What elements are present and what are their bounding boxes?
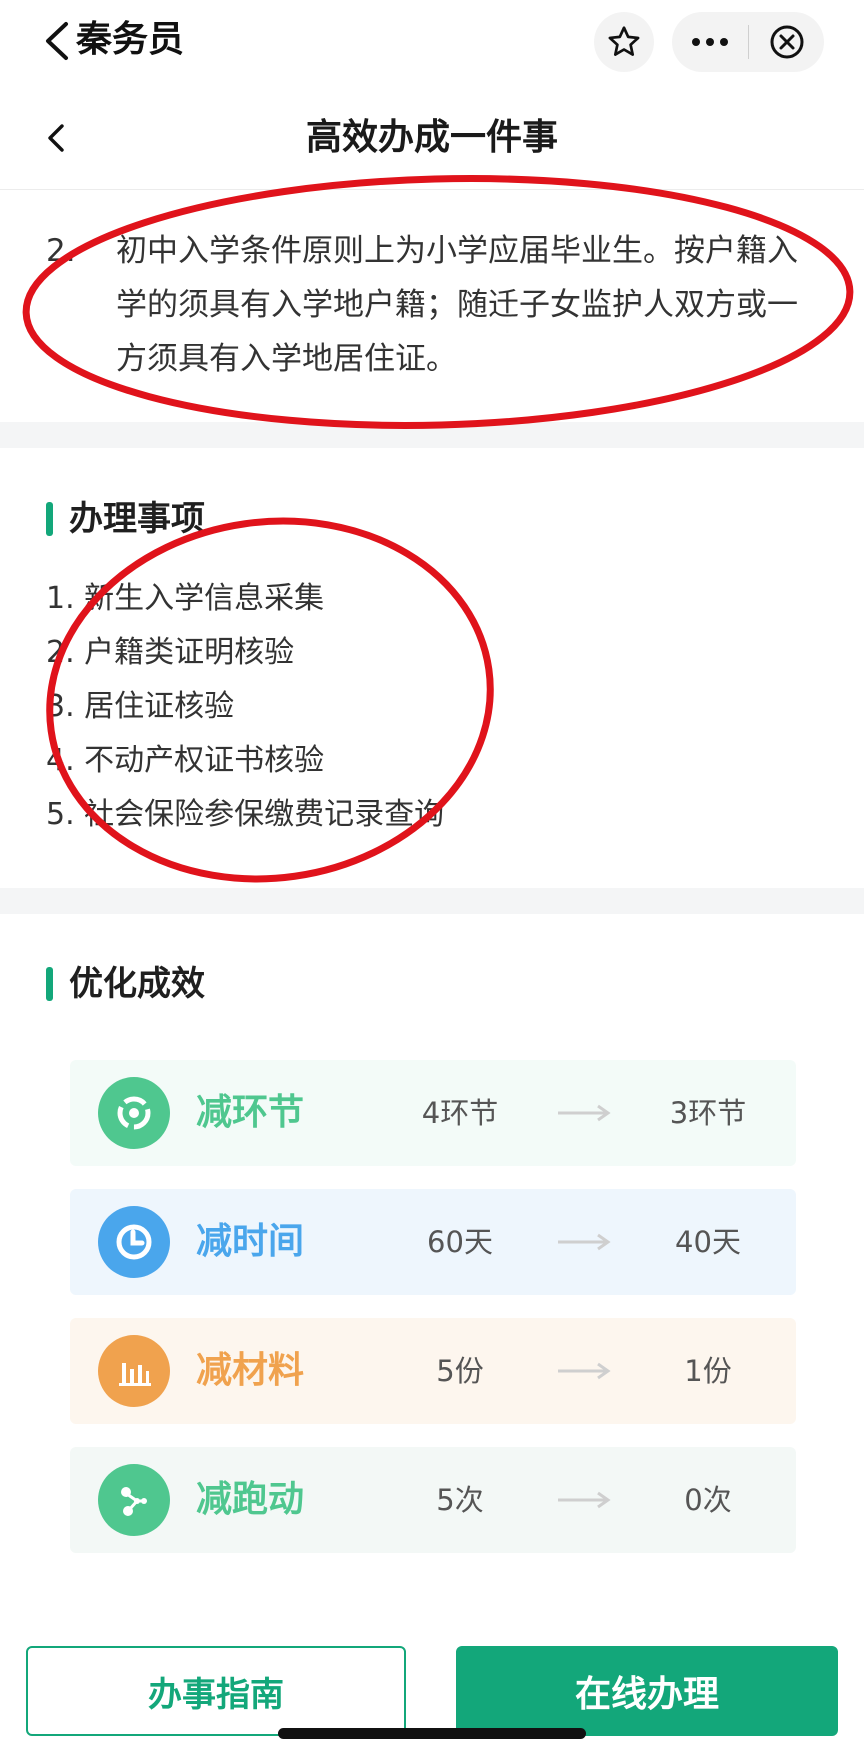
section-title-effects: 优化成效 — [46, 962, 205, 1006]
cycle-icon — [98, 1077, 170, 1149]
clock-icon — [98, 1206, 170, 1278]
list-item: 1. 新生入学信息采集 — [46, 581, 325, 616]
list-item: 3. 居住证核验 — [46, 689, 235, 724]
effect-after: 1份 — [684, 1354, 732, 1388]
close-button[interactable] — [749, 12, 824, 72]
guide-button[interactable]: 办事指南 — [26, 1646, 406, 1736]
arrow-right-icon — [558, 1104, 611, 1122]
arrow-right-icon — [558, 1491, 611, 1509]
arrow-right-icon — [558, 1233, 611, 1251]
list-item: 4. 不动产权证书核验 — [46, 743, 325, 778]
effect-row-trips: 减跑动 5次 0次 — [70, 1447, 796, 1553]
effect-label: 减材料 — [196, 1350, 305, 1391]
page-header: 高效办成一件事 — [0, 86, 864, 190]
condition-block: 2. 初中入学条件原则上为小学应届毕业生。按户籍入学的须具有入学地户籍；随迁子女… — [0, 190, 864, 422]
effect-after: 3环节 — [669, 1096, 747, 1130]
effect-label: 减时间 — [196, 1221, 305, 1262]
effect-after: 40天 — [675, 1225, 741, 1259]
close-circle-icon — [770, 25, 803, 59]
share-icon — [98, 1464, 170, 1536]
chevron-left-icon[interactable] — [38, 18, 78, 64]
list-item: 2. 户籍类证明核验 — [46, 635, 295, 670]
effect-row-materials: 减材料 5份 1份 — [70, 1318, 796, 1424]
more-button[interactable] — [672, 12, 748, 72]
condition-text: 初中入学条件原则上为小学应届毕业生。按户籍入学的须具有入学地户籍；随迁子女监护人… — [116, 233, 798, 377]
section-title-text: 办理事项 — [69, 499, 205, 539]
page: 秦务员 高效办成一件事 2. 初中入学条件原则上为小学应届毕业生。按户籍入学的须… — [0, 0, 864, 1739]
star-icon — [608, 26, 640, 56]
effect-before: 5份 — [436, 1354, 484, 1388]
capsule-menu — [672, 12, 824, 72]
effect-before: 4环节 — [421, 1096, 499, 1130]
online-apply-button[interactable]: 在线办理 — [456, 1646, 838, 1736]
effect-row-time: 减时间 60天 40天 — [70, 1189, 796, 1295]
title-accent-bar — [46, 502, 53, 536]
home-indicator — [278, 1728, 586, 1739]
effect-label: 减跑动 — [196, 1479, 305, 1520]
favorite-button[interactable] — [594, 12, 654, 72]
effect-row-steps: 减环节 4环节 3环节 — [70, 1060, 796, 1166]
effect-before: 5次 — [436, 1483, 484, 1517]
page-title: 高效办成一件事 — [305, 117, 558, 158]
title-accent-bar — [46, 967, 53, 1001]
mini-program-bar: 秦务员 — [0, 0, 864, 86]
section-title-matters: 办理事项 — [46, 497, 205, 541]
more-icon — [692, 38, 728, 46]
list-item: 5. 社会保险参保缴费记录查询 — [46, 797, 445, 832]
section-divider — [0, 422, 864, 448]
matters-list: 1. 新生入学信息采集 2. 户籍类证明核验 3. 居住证核验 4. 不动产权证… — [46, 572, 444, 842]
app-name: 秦务员 — [76, 19, 185, 60]
effect-after: 0次 — [684, 1483, 732, 1517]
effect-before: 60天 — [427, 1225, 493, 1259]
section-divider — [0, 888, 864, 914]
section-title-text: 优化成效 — [69, 964, 205, 1004]
condition-number: 2. — [46, 233, 76, 269]
bar-chart-icon — [98, 1335, 170, 1407]
effect-label: 减环节 — [196, 1092, 305, 1133]
arrow-right-icon — [558, 1362, 611, 1380]
